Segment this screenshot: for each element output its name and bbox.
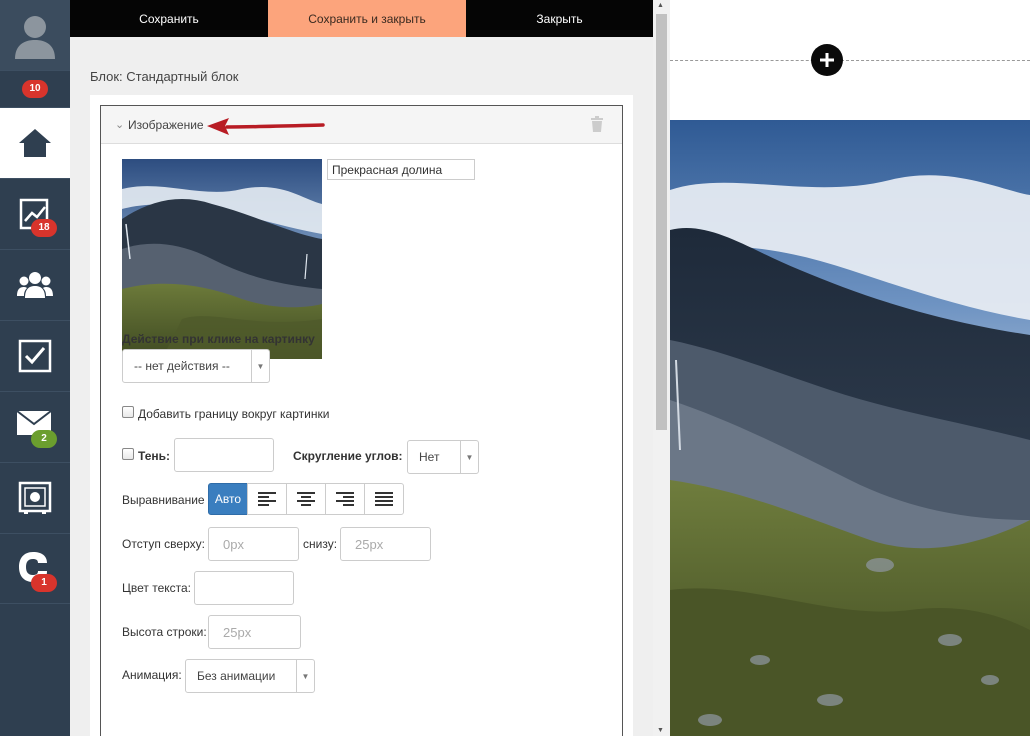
user-avatar[interactable] <box>0 0 70 71</box>
support-badge: 1 <box>31 574 57 592</box>
align-auto-button[interactable]: Авто <box>208 483 248 515</box>
click-action-label: Действие при клике на картинку <box>122 332 315 346</box>
notifications-badge: 10 <box>22 80 48 98</box>
preview-image[interactable] <box>670 120 1030 736</box>
margin-bottom-label: снизу: <box>303 537 338 551</box>
scroll-up-arrow-icon[interactable]: ▲ <box>657 2 664 9</box>
border-label: Добавить границу вокруг картинки <box>138 407 330 421</box>
mail-badge: 2 <box>31 430 57 448</box>
trash-icon[interactable] <box>590 116 604 135</box>
line-height-input[interactable]: 25px <box>208 615 301 649</box>
shadow-checkbox[interactable] <box>122 448 134 460</box>
scroll-down-arrow-icon[interactable]: ▼ <box>657 727 664 734</box>
scrollbar-thumb[interactable] <box>656 14 667 430</box>
dropdown-arrow-icon: ▼ <box>460 441 478 473</box>
margin-top-label: Отступ сверху: <box>122 537 205 551</box>
save-button[interactable]: Сохранить <box>70 0 268 37</box>
safe-icon <box>18 481 52 514</box>
align-right-icon <box>336 492 354 506</box>
align-left-button[interactable] <box>247 483 287 515</box>
block-card: ⌄ Изображение Прекрасная долина Действие… <box>90 95 633 736</box>
corners-select[interactable]: Нет ▼ <box>407 440 479 474</box>
text-color-input[interactable] <box>194 571 294 605</box>
red-arrow-annotation <box>207 118 325 135</box>
corners-label: Скругление углов: <box>293 449 403 463</box>
panel-title[interactable]: Изображение <box>128 118 204 132</box>
sidebar-item-home[interactable] <box>0 108 70 179</box>
users-group-icon <box>17 272 53 298</box>
close-button[interactable]: Закрыть <box>466 0 653 37</box>
sidebar-item-safe[interactable] <box>0 463 70 534</box>
align-justify-button[interactable] <box>364 483 404 515</box>
notifications-row[interactable]: 10 <box>0 71 70 108</box>
align-button-group: Авто <box>208 483 404 515</box>
align-center-icon <box>297 492 315 506</box>
animation-label: Анимация: <box>122 668 182 682</box>
sidebar: 10 18 2 1 <box>0 0 70 736</box>
align-label: Выравнивание <box>122 493 205 507</box>
dropdown-arrow-icon: ▼ <box>296 660 314 692</box>
editor-scrollbar[interactable]: ▲ ▼ <box>653 0 670 736</box>
checkbox-icon <box>18 339 52 373</box>
sidebar-item-tasks[interactable] <box>0 321 70 392</box>
chevron-down-icon[interactable]: ⌄ <box>115 118 124 131</box>
editor-toolbar: Сохранить Сохранить и закрыть Закрыть <box>70 0 653 37</box>
dropdown-arrow-icon: ▼ <box>251 350 269 382</box>
text-color-label: Цвет текста: <box>122 581 192 595</box>
sidebar-item-analytics[interactable]: 18 <box>0 179 70 250</box>
image-caption-input[interactable] <box>327 159 475 180</box>
margin-top-input[interactable]: 0px <box>208 527 299 561</box>
editor-panel: Блок: Стандартный блок ⌄ Изображение Пре… <box>70 37 653 736</box>
align-left-icon <box>258 492 276 506</box>
sidebar-item-mail[interactable]: 2 <box>0 392 70 463</box>
analytics-badge: 18 <box>31 219 57 237</box>
user-icon <box>15 16 55 59</box>
align-center-button[interactable] <box>286 483 326 515</box>
line-height-label: Высота строки: <box>122 625 207 639</box>
add-block-button[interactable] <box>811 44 843 76</box>
margin-bottom-input[interactable]: 25px <box>340 527 431 561</box>
shadow-label: Тень: <box>138 449 171 463</box>
image-settings-panel: ⌄ Изображение Прекрасная долина Действие… <box>100 105 623 736</box>
border-checkbox[interactable] <box>122 406 134 418</box>
sidebar-item-support[interactable]: 1 <box>0 534 70 604</box>
plus-icon <box>820 53 834 67</box>
insert-divider <box>670 60 1030 61</box>
block-title: Блок: Стандартный блок <box>90 69 239 84</box>
align-right-button[interactable] <box>325 483 365 515</box>
sidebar-item-users[interactable] <box>0 250 70 321</box>
image-thumbnail[interactable] <box>122 159 322 359</box>
home-icon <box>19 129 51 157</box>
save-and-close-button[interactable]: Сохранить и закрыть <box>268 0 466 37</box>
corners-value: Нет <box>419 450 440 464</box>
align-justify-icon <box>375 492 393 506</box>
shadow-input[interactable] <box>174 438 274 472</box>
click-action-value: -- нет действия -- <box>134 359 230 373</box>
animation-select[interactable]: Без анимации ▼ <box>185 659 315 693</box>
click-action-select[interactable]: -- нет действия -- ▼ <box>122 349 270 383</box>
animation-value: Без анимации <box>197 669 276 683</box>
panel-header[interactable]: ⌄ Изображение <box>101 106 622 144</box>
page-preview <box>670 0 1030 736</box>
